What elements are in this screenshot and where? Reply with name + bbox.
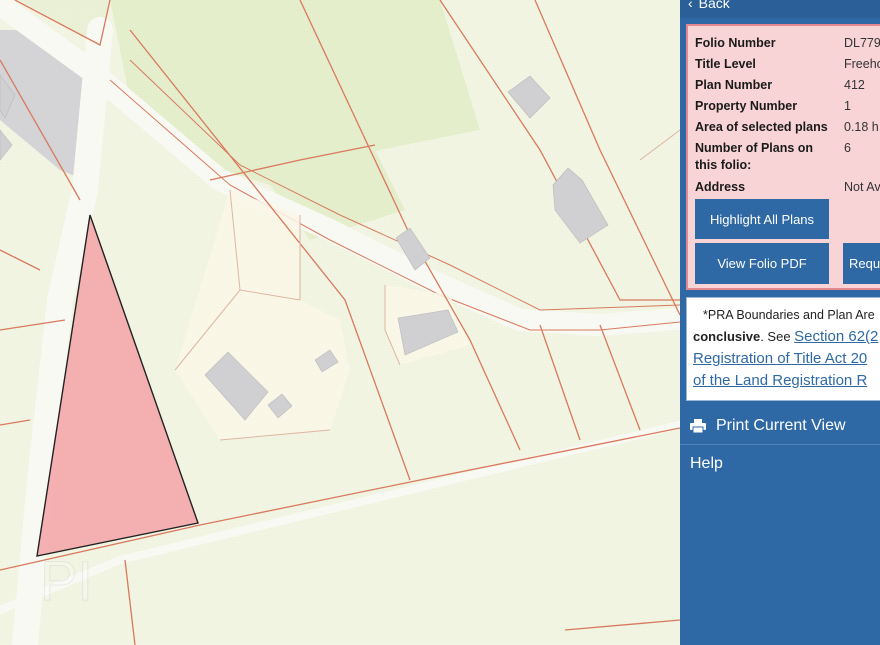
notice-see: . See	[760, 329, 795, 344]
notice-line-2: conclusive. See Section 62(2	[693, 326, 880, 348]
help-link[interactable]: Help	[680, 445, 880, 483]
highlight-all-plans-button[interactable]: Highlight All Plans	[695, 199, 829, 239]
help-label: Help	[690, 455, 723, 472]
print-label: Print Current View	[716, 416, 846, 434]
print-current-view-button[interactable]: Print Current View	[680, 407, 880, 445]
sidebar-panel: ‹ Back Folio Number DL779 Title Level Fre…	[680, 0, 880, 645]
printer-icon	[690, 418, 706, 433]
watermark: PI	[40, 549, 93, 612]
disclaimer-notice: *PRA Boundaries and Plan Are conclusive.…	[686, 297, 880, 401]
back-link[interactable]: ‹ Back	[680, 0, 880, 18]
section-62-link[interactable]: Section 62(2	[794, 328, 878, 345]
land-registration-rules-link[interactable]: of the Land Registration R	[693, 370, 880, 392]
registration-act-link[interactable]: Registration of Title Act 20	[693, 348, 880, 370]
view-folio-pdf-button[interactable]: View Folio PDF	[695, 243, 829, 284]
map-view[interactable]: PI	[0, 0, 680, 645]
back-label: Back	[698, 0, 730, 11]
notice-line-1: *PRA Boundaries and Plan Are	[703, 308, 875, 322]
request-button[interactable]: Requ	[843, 243, 880, 284]
chevron-left-icon: ‹	[688, 0, 693, 11]
notice-strong: conclusive	[693, 329, 761, 344]
map-canvas[interactable]: PI	[0, 0, 680, 645]
folio-info-card: Folio Number DL779 Title Level Freeho Pl…	[686, 24, 880, 290]
